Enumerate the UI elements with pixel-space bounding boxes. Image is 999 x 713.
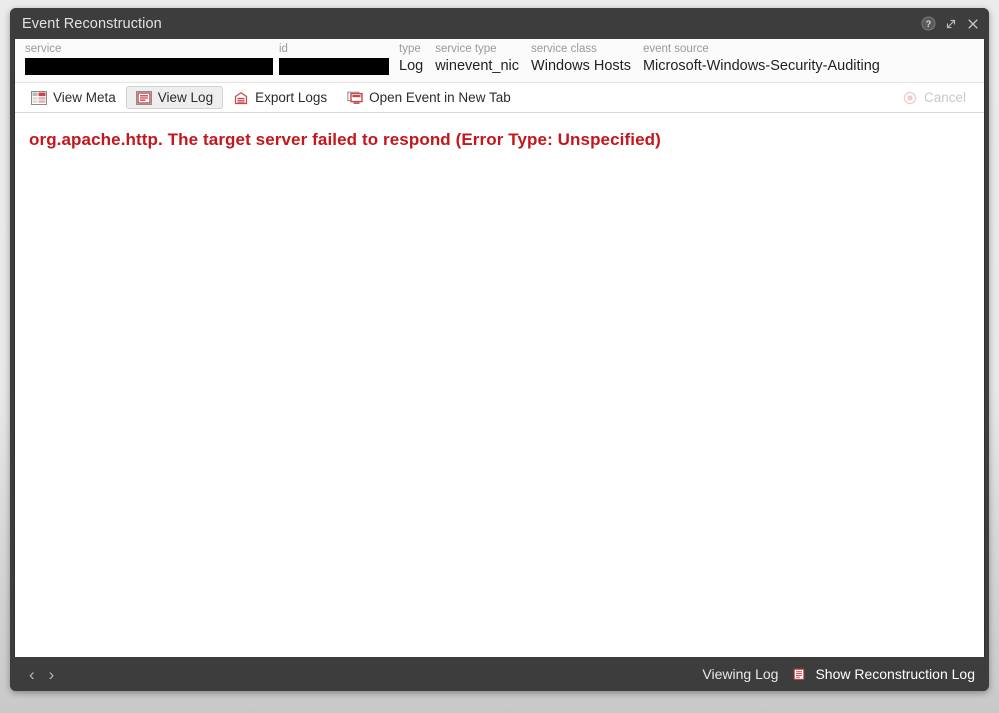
show-reconstruction-log-button[interactable]: Show Reconstruction Log	[792, 666, 975, 682]
window-body: service id type Log service type wineven…	[14, 39, 985, 657]
export-logs-button[interactable]: Export Logs	[223, 86, 337, 109]
meta-label-id: id	[279, 43, 288, 55]
view-log-label: View Log	[157, 90, 214, 105]
next-event-button[interactable]: ›	[42, 664, 62, 685]
log-lines-icon	[135, 90, 152, 105]
meta-field-service-type: service type winevent_nic	[435, 43, 519, 75]
meta-field-id: id	[279, 43, 389, 75]
previous-event-button[interactable]: ‹	[22, 664, 42, 685]
meta-value-event-source: Microsoft-Windows-Security-Auditing	[642, 58, 880, 74]
meta-value-service-class: Windows Hosts	[531, 58, 631, 74]
cancel-button: Cancel	[892, 86, 976, 109]
window-titlebar: Event Reconstruction ?	[10, 8, 989, 39]
meta-value-service-type: winevent_nic	[435, 58, 520, 74]
meta-label-type: type	[399, 43, 421, 55]
event-toolbar: View Meta View Log Export Logs Open Even…	[15, 83, 984, 113]
table-grid-icon	[31, 90, 47, 105]
view-log-button[interactable]: View Log	[125, 86, 224, 109]
export-logs-label: Export Logs	[255, 90, 328, 105]
monitor-icon	[347, 91, 363, 105]
viewing-status-label: Viewing Log	[702, 666, 779, 682]
window-title: Event Reconstruction	[22, 15, 162, 32]
meta-label-event-source: event source	[642, 43, 709, 55]
meta-field-service-class: service class Windows Hosts	[531, 43, 631, 75]
log-error-message: org.apache.http. The target server faile…	[29, 130, 661, 149]
meta-field-service: service	[25, 43, 273, 75]
close-icon[interactable]	[964, 15, 981, 32]
cancel-label: Cancel	[923, 90, 966, 105]
stop-circle-icon	[902, 91, 918, 105]
open-event-new-tab-button[interactable]: Open Event in New Tab	[337, 86, 521, 109]
notepad-icon	[792, 667, 808, 681]
show-reconstruction-log-label: Show Reconstruction Log	[815, 666, 975, 682]
event-meta-bar: service id type Log service type wineven…	[15, 39, 984, 83]
window-title-actions: ?	[920, 15, 981, 32]
log-content-area: org.apache.http. The target server faile…	[15, 113, 984, 657]
export-icon	[233, 91, 249, 105]
open-event-new-tab-label: Open Event in New Tab	[369, 90, 511, 105]
expand-icon[interactable]	[942, 15, 959, 32]
meta-label-service: service	[25, 43, 62, 55]
help-icon[interactable]: ?	[920, 15, 937, 32]
svg-text:?: ?	[926, 19, 932, 29]
meta-field-type: type Log	[399, 43, 423, 75]
view-meta-label: View Meta	[53, 90, 116, 105]
meta-value-type: Log	[399, 58, 424, 74]
meta-value-service-redacted	[25, 58, 273, 75]
view-meta-button[interactable]: View Meta	[21, 86, 126, 109]
meta-field-event-source: event source Microsoft-Windows-Security-…	[643, 43, 880, 75]
meta-label-service-type: service type	[435, 43, 497, 55]
footer-right-group: Viewing Log Show Reconstruction Log	[702, 666, 975, 682]
event-reconstruction-window: Event Reconstruction ? service id type L…	[10, 8, 989, 691]
meta-value-id-redacted	[279, 58, 389, 75]
window-footer: ‹ › Viewing Log Show Reconstruction Log	[10, 657, 989, 691]
meta-label-service-class: service class	[531, 43, 597, 55]
